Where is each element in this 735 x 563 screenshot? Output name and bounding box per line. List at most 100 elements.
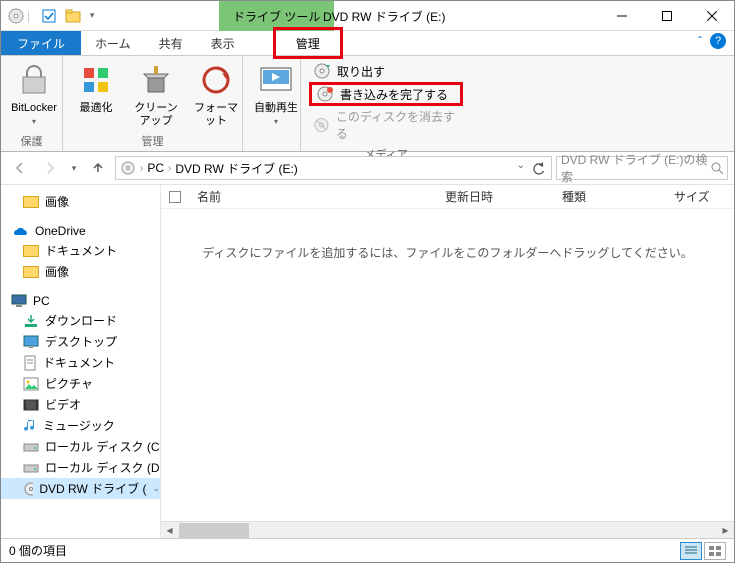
videos-icon [23,398,39,412]
disk-icon [23,462,39,474]
onedrive-icon [11,225,29,237]
folder-icon [23,245,39,257]
qat-properties[interactable] [38,5,60,27]
status-item-count: 0 個の項目 [9,542,67,559]
format-icon [200,60,232,100]
document-icon [23,355,37,371]
navigation-pane[interactable]: 画像 OneDrive ドキュメント 画像 PC ダウンロード デスクトップ ド… [1,185,161,538]
disk-icon [23,441,39,453]
column-type[interactable]: 種類 [554,188,666,205]
tree-localdisk-d[interactable]: ローカル ディスク (D [1,457,160,478]
close-button[interactable] [689,1,734,30]
tab-file[interactable]: ファイル [1,31,81,55]
breadcrumb-drive[interactable]: DVD RW ドライブ (E:) [175,160,297,177]
empty-folder-message: ディスクにファイルを追加するには、ファイルをこのフォルダーへドラッグしてください… [161,244,734,261]
tree-downloads[interactable]: ダウンロード [1,310,160,331]
select-all-checkbox[interactable] [161,191,189,203]
dvd-icon [23,482,33,496]
minimize-button[interactable] [599,1,644,30]
horizontal-scrollbar[interactable]: ◂ ▸ [161,521,734,538]
titlebar-separator: | [27,9,30,23]
tree-pictures3[interactable]: ピクチャ [1,373,160,394]
details-view-button[interactable] [680,542,702,560]
disc-icon [120,160,136,176]
address-dropdown[interactable]: ⌄ [517,160,525,176]
optimize-icon [80,60,112,100]
titlebar: | ▾ ドライブ ツール DVD RW ドライブ (E:) [1,1,734,31]
cleanup-icon [140,60,172,100]
ribbon-optimize-button[interactable]: 最適化 [71,60,121,115]
main-area: 画像 OneDrive ドキュメント 画像 PC ダウンロード デスクトップ ド… [1,185,734,538]
scroll-left-button[interactable]: ◂ [161,522,178,539]
tree-desktop[interactable]: デスクトップ [1,331,160,352]
chevron-down-icon: ▾ [32,117,36,126]
ribbon-tabs: ファイル ホーム 共有 表示 管理 ˆ ? [1,31,734,56]
refresh-button[interactable] [531,160,547,176]
content-pane: 名前 更新日時 種類 サイズ ディスクにファイルを追加するには、ファイルをこのフ… [161,185,734,538]
icons-view-button[interactable] [704,542,726,560]
search-icon [710,161,723,175]
back-button[interactable] [7,155,33,181]
scroll-thumb[interactable] [179,523,249,538]
tree-videos[interactable]: ビデオ [1,394,160,415]
erase-icon [313,116,330,134]
ribbon-group-protect-label: 保護 [9,131,54,149]
autoplay-icon [259,60,293,100]
tree-pictures2[interactable]: 画像 [1,261,160,282]
app-icon [7,7,25,25]
help-button[interactable]: ? [710,33,726,49]
up-button[interactable] [85,155,111,181]
search-input[interactable]: DVD RW ドライブ (E:)の検索 [556,156,728,180]
eject-icon [313,62,331,80]
maximize-button[interactable] [644,1,689,30]
column-headers: 名前 更新日時 種類 サイズ [161,185,734,209]
address-bar[interactable]: › PC › DVD RW ドライブ (E:) ⌄ [115,156,552,180]
burn-icon [316,85,334,103]
downloads-icon [23,314,39,328]
tab-home[interactable]: ホーム [81,31,145,55]
tree-onedrive[interactable]: OneDrive [1,222,160,240]
ribbon-eject-button[interactable]: 取り出す [309,60,463,82]
column-size[interactable]: サイズ [666,188,726,205]
chevron-down-icon: ▾ [274,117,278,126]
status-bar: 0 個の項目 [1,538,734,562]
tree-localdisk-c[interactable]: ローカル ディスク (C [1,436,160,457]
ribbon-group-manage-label: 管理 [71,131,234,149]
forward-button[interactable] [37,155,63,181]
ribbon-erase-disc-button: このディスクを消去する [309,106,463,144]
address-row: ▾ › PC › DVD RW ドライブ (E:) ⌄ DVD RW ドライブ … [1,152,734,185]
tab-view[interactable]: 表示 [197,31,249,55]
tree-pictures[interactable]: 画像 [1,191,160,212]
ribbon-format-button[interactable]: フォーマット [191,60,241,128]
qat-new-folder[interactable] [62,5,84,27]
ribbon: BitLocker ▾ 保護 最適化 クリーンアップ フォーマット 管理 [1,56,734,152]
tree-documents2[interactable]: ドキュメント [1,352,160,373]
collapse-ribbon-button[interactable]: ˆ [698,34,702,48]
recent-dropdown[interactable]: ▾ [67,155,81,181]
pictures-icon [23,377,39,391]
tree-documents[interactable]: ドキュメント [1,240,160,261]
scroll-right-button[interactable]: ▸ [717,522,734,539]
ribbon-finish-burn-button[interactable]: 書き込みを完了する [309,82,463,106]
tab-manage[interactable]: 管理 [273,27,343,59]
column-name[interactable]: 名前 [189,188,437,205]
chevron-right-icon[interactable]: › [140,163,143,174]
ribbon-cleanup-button[interactable]: クリーンアップ [131,60,181,128]
breadcrumb-pc[interactable]: PC [147,161,164,175]
tree-dvd-drive[interactable]: DVD RW ドライブ (⌄ [1,478,160,499]
qat-dropdown[interactable]: ▾ [86,5,98,27]
music-icon [23,418,37,434]
chevron-right-icon[interactable]: › [168,163,171,174]
tree-pc[interactable]: PC [1,292,160,310]
desktop-icon [23,335,39,349]
tab-share[interactable]: 共有 [145,31,197,55]
tree-music[interactable]: ミュージック [1,415,160,436]
ribbon-autoplay-button[interactable]: 自動再生 ▾ [251,60,301,126]
column-date[interactable]: 更新日時 [437,188,554,205]
pc-icon [11,294,27,308]
bitlocker-icon [17,60,51,100]
window-title: DVD RW ドライブ (E:) [323,8,445,25]
folder-icon [23,196,39,208]
ribbon-bitlocker-button[interactable]: BitLocker ▾ [9,60,59,126]
folder-icon [23,266,39,278]
